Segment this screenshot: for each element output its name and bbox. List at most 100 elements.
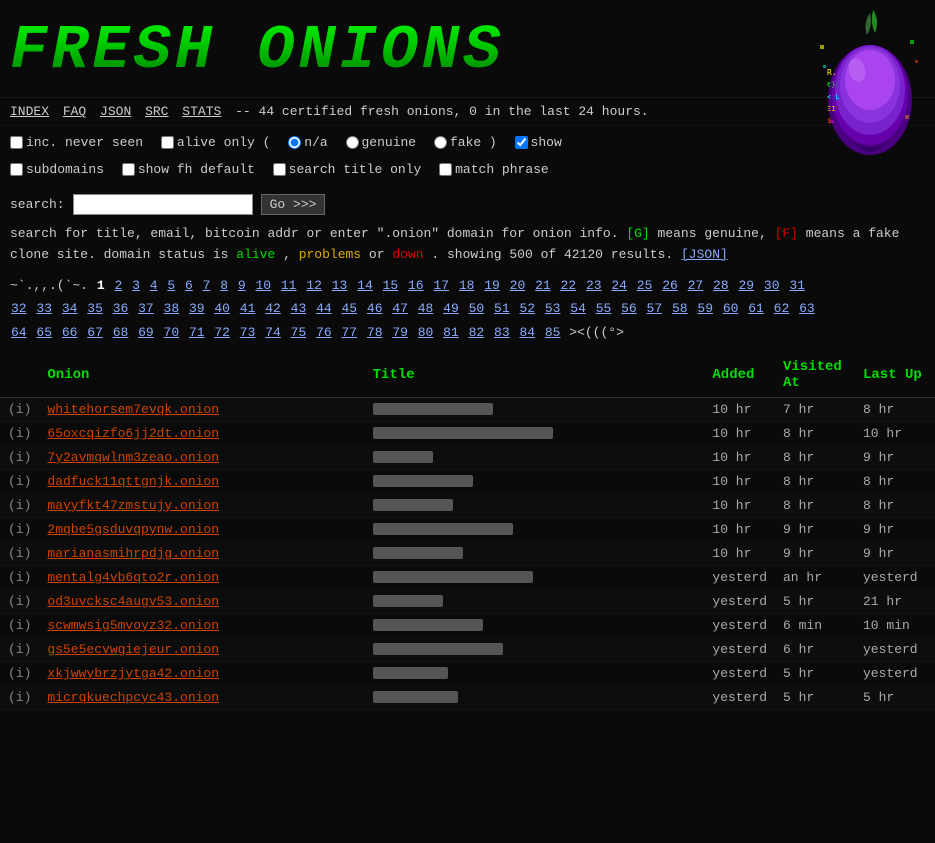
- onion-link[interactable]: micrqkuechpcyc43.onion: [47, 690, 219, 705]
- page-42[interactable]: 42: [265, 301, 281, 316]
- page-10[interactable]: 10: [255, 278, 271, 293]
- info-link[interactable]: (i): [8, 474, 31, 489]
- page-62[interactable]: 62: [774, 301, 790, 316]
- info-link[interactable]: (i): [8, 546, 31, 561]
- nav-json[interactable]: JSON: [100, 104, 131, 119]
- info-link[interactable]: (i): [8, 618, 31, 633]
- onion-link[interactable]: 65oxcqizfo6jj2dt.onion: [47, 426, 219, 441]
- page-34[interactable]: 34: [62, 301, 78, 316]
- match-phrase-checkbox[interactable]: [439, 163, 452, 176]
- page-4[interactable]: 4: [150, 278, 158, 293]
- genuine-radio[interactable]: [346, 136, 359, 149]
- onion-link[interactable]: xkjwwybrzjytga42.onion: [47, 666, 219, 681]
- page-84[interactable]: 84: [519, 325, 535, 340]
- page-44[interactable]: 44: [316, 301, 332, 316]
- page-37[interactable]: 37: [138, 301, 154, 316]
- page-38[interactable]: 38: [164, 301, 180, 316]
- page-67[interactable]: 67: [87, 325, 103, 340]
- page-7[interactable]: 7: [203, 278, 211, 293]
- page-57[interactable]: 57: [647, 301, 663, 316]
- opt-show[interactable]: show: [515, 131, 562, 154]
- onion-link[interactable]: marianasmihrpdjg.onion: [47, 546, 219, 561]
- page-81[interactable]: 81: [443, 325, 459, 340]
- page-51[interactable]: 51: [494, 301, 510, 316]
- page-35[interactable]: 35: [87, 301, 103, 316]
- page-54[interactable]: 54: [570, 301, 586, 316]
- page-68[interactable]: 68: [113, 325, 129, 340]
- opt-na[interactable]: n/a: [288, 131, 327, 154]
- search-title-checkbox[interactable]: [273, 163, 286, 176]
- page-11[interactable]: 11: [281, 278, 297, 293]
- page-43[interactable]: 43: [291, 301, 307, 316]
- page-52[interactable]: 52: [519, 301, 535, 316]
- page-64[interactable]: 64: [11, 325, 27, 340]
- page-29[interactable]: 29: [738, 278, 754, 293]
- fake-radio[interactable]: [434, 136, 447, 149]
- onion-link[interactable]: 7y2avmqwlnm3zeao.onion: [47, 450, 219, 465]
- onion-link[interactable]: od3uvcksc4augv53.onion: [47, 594, 219, 609]
- page-19[interactable]: 19: [484, 278, 500, 293]
- page-47[interactable]: 47: [392, 301, 408, 316]
- page-6[interactable]: 6: [185, 278, 193, 293]
- search-input[interactable]: [73, 194, 253, 215]
- page-9[interactable]: 9: [238, 278, 246, 293]
- page-73[interactable]: 73: [240, 325, 256, 340]
- page-25[interactable]: 25: [637, 278, 653, 293]
- opt-alive-only[interactable]: alive only (: [161, 131, 271, 154]
- page-22[interactable]: 22: [561, 278, 577, 293]
- page-39[interactable]: 39: [189, 301, 205, 316]
- page-49[interactable]: 49: [443, 301, 459, 316]
- page-23[interactable]: 23: [586, 278, 602, 293]
- page-45[interactable]: 45: [341, 301, 357, 316]
- page-83[interactable]: 83: [494, 325, 510, 340]
- page-77[interactable]: 77: [341, 325, 357, 340]
- never-seen-checkbox[interactable]: [10, 136, 23, 149]
- subdomains-checkbox[interactable]: [10, 163, 23, 176]
- info-link[interactable]: (i): [8, 570, 31, 585]
- opt-never-seen[interactable]: inc. never seen: [10, 131, 143, 154]
- opt-subdomains[interactable]: subdomains: [10, 158, 104, 181]
- info-link[interactable]: (i): [8, 642, 31, 657]
- opt-search-title[interactable]: search title only: [273, 158, 422, 181]
- page-61[interactable]: 61: [748, 301, 764, 316]
- info-link[interactable]: (i): [8, 402, 31, 417]
- onion-link[interactable]: 2mqbe5gsduvqpynw.onion: [47, 522, 219, 537]
- page-56[interactable]: 56: [621, 301, 637, 316]
- onion-link[interactable]: mentalg4vb6qto2r.onion: [47, 570, 219, 585]
- page-30[interactable]: 30: [764, 278, 780, 293]
- show-checkbox[interactable]: [515, 136, 528, 149]
- info-link[interactable]: (i): [8, 666, 31, 681]
- page-65[interactable]: 65: [36, 325, 52, 340]
- page-76[interactable]: 76: [316, 325, 332, 340]
- page-40[interactable]: 40: [214, 301, 230, 316]
- page-21[interactable]: 21: [535, 278, 551, 293]
- onion-link[interactable]: mayyfkt47zmstujy.onion: [47, 498, 219, 513]
- page-27[interactable]: 27: [688, 278, 704, 293]
- page-8[interactable]: 8: [220, 278, 228, 293]
- page-72[interactable]: 72: [214, 325, 230, 340]
- opt-match-phrase[interactable]: match phrase: [439, 158, 549, 181]
- page-24[interactable]: 24: [611, 278, 627, 293]
- page-50[interactable]: 50: [469, 301, 485, 316]
- page-14[interactable]: 14: [357, 278, 373, 293]
- page-78[interactable]: 78: [367, 325, 383, 340]
- nav-stats[interactable]: STATS: [182, 104, 221, 119]
- page-3[interactable]: 3: [132, 278, 140, 293]
- page-46[interactable]: 46: [367, 301, 383, 316]
- page-33[interactable]: 33: [36, 301, 52, 316]
- info-link[interactable]: (i): [8, 498, 31, 513]
- nav-src[interactable]: SRC: [145, 104, 168, 119]
- page-70[interactable]: 70: [164, 325, 180, 340]
- page-85[interactable]: 85: [545, 325, 561, 340]
- page-31[interactable]: 31: [789, 278, 805, 293]
- page-18[interactable]: 18: [459, 278, 475, 293]
- page-59[interactable]: 59: [697, 301, 713, 316]
- page-58[interactable]: 58: [672, 301, 688, 316]
- nav-index[interactable]: INDEX: [10, 104, 49, 119]
- info-link[interactable]: (i): [8, 522, 31, 537]
- page-2[interactable]: 2: [114, 278, 122, 293]
- page-26[interactable]: 26: [662, 278, 678, 293]
- page-17[interactable]: 17: [433, 278, 449, 293]
- page-74[interactable]: 74: [265, 325, 281, 340]
- page-55[interactable]: 55: [596, 301, 612, 316]
